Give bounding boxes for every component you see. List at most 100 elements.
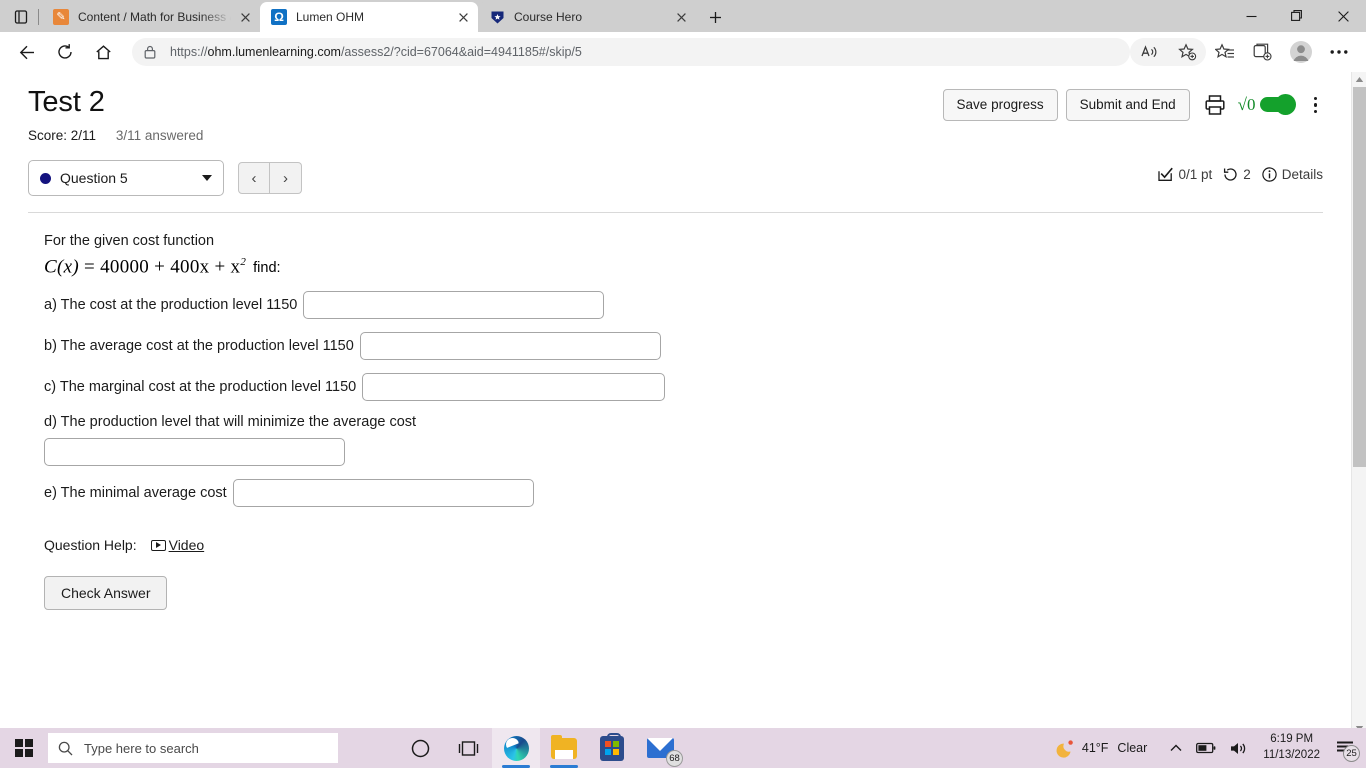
score-label: Score: 2/11 xyxy=(28,128,97,143)
toggle-switch[interactable] xyxy=(1259,94,1296,116)
moon-icon xyxy=(1056,739,1074,758)
part-b-label: b) The average cost at the production le… xyxy=(44,338,354,355)
profile-avatar[interactable] xyxy=(1286,37,1316,67)
part-e-label: e) The minimal average cost xyxy=(44,485,227,502)
close-icon[interactable] xyxy=(672,8,690,26)
browser-tab-course-hero[interactable]: Course Hero xyxy=(478,2,696,32)
tab-title: Lumen OHM xyxy=(296,10,365,24)
clock-time: 6:19 PM xyxy=(1270,733,1314,746)
details-link[interactable]: Details xyxy=(1262,167,1323,182)
browser-tab-lumen-ohm[interactable]: Ω Lumen OHM xyxy=(260,2,478,32)
browser-settings-icon[interactable] xyxy=(1324,37,1354,67)
question-meta: 0/1 pt 2 Details xyxy=(1158,167,1323,182)
weather-widget[interactable]: 41°F Clear xyxy=(1056,739,1148,758)
answer-input-b[interactable] xyxy=(359,332,661,361)
save-progress-button[interactable]: Save progress xyxy=(942,89,1058,121)
microsoft-store-icon[interactable] xyxy=(588,728,636,768)
check-answer-button[interactable]: Check Answer xyxy=(44,576,168,611)
question-body: For the given cost function C(x) = 40000… xyxy=(0,213,1351,611)
window-controls xyxy=(1228,0,1366,32)
part-d-label: d) The production level that will minimi… xyxy=(44,414,417,431)
attempts-indicator: 2 xyxy=(1223,167,1251,182)
folder-icon xyxy=(551,734,577,759)
next-question-button[interactable]: › xyxy=(270,162,302,194)
browser-tab-content-math[interactable]: ✎ Content / Math for Business & S xyxy=(42,2,260,32)
home-icon[interactable] xyxy=(88,37,118,67)
add-favorite-icon[interactable] xyxy=(1172,37,1202,67)
toggle-knob xyxy=(1274,94,1296,116)
weather-temperature: 41°F xyxy=(1081,741,1109,755)
answer-input-d[interactable] xyxy=(44,438,345,467)
info-icon xyxy=(1262,167,1277,182)
tab-search-icon[interactable] xyxy=(4,2,38,32)
question-help-row: Question Help: Video xyxy=(44,537,1323,553)
start-button[interactable] xyxy=(0,728,48,768)
cortana-icon[interactable] xyxy=(396,728,444,768)
file-explorer-icon[interactable] xyxy=(540,728,588,768)
taskbar-search-box[interactable]: Type here to search xyxy=(48,733,338,763)
pencil-icon: ✎ xyxy=(53,9,69,25)
math-display-toggle[interactable]: √0 xyxy=(1238,94,1296,116)
attempts-text: 2 xyxy=(1243,167,1251,182)
task-view-icon[interactable] xyxy=(444,728,492,768)
window-close-button[interactable] xyxy=(1320,0,1366,32)
question-help-label: Question Help: xyxy=(44,537,137,554)
taskbar-clock[interactable]: 6:19 PM 11/13/2022 xyxy=(1255,732,1328,763)
scroll-up-icon[interactable] xyxy=(1352,72,1366,87)
new-tab-button[interactable] xyxy=(700,3,730,31)
question-stepper: ‹ › xyxy=(238,162,302,194)
assessment-header: Test 2 Score: 2/11 3/11 answered Save pr… xyxy=(0,72,1351,143)
minimize-button[interactable] xyxy=(1228,0,1274,32)
search-icon xyxy=(58,741,73,756)
store-icon xyxy=(600,732,624,761)
video-link-label: Video xyxy=(168,537,205,554)
windows-taskbar: Type here to search 68 41°F Clear 6:19 P… xyxy=(0,728,1366,768)
volume-icon[interactable] xyxy=(1223,741,1255,756)
video-help-link[interactable]: Video xyxy=(150,537,205,554)
question-navigation: Question 5 ‹ › 0/1 pt 2 Details xyxy=(28,160,1323,213)
question-select[interactable]: Question 5 xyxy=(28,160,224,196)
notification-center-button[interactable]: 25 xyxy=(1328,728,1362,768)
close-icon[interactable] xyxy=(236,8,254,26)
tab-divider xyxy=(38,9,39,25)
checkbox-icon xyxy=(1158,167,1174,181)
favorites-icon[interactable] xyxy=(1210,37,1240,67)
assessment-page: Test 2 Score: 2/11 3/11 answered Save pr… xyxy=(0,72,1351,611)
details-label: Details xyxy=(1281,167,1323,182)
battery-icon[interactable] xyxy=(1189,742,1223,754)
more-options-icon[interactable] xyxy=(1308,95,1324,116)
answered-label: 3/11 answered xyxy=(115,128,204,143)
tab-strip: ✎ Content / Math for Business & S Ω Lume… xyxy=(0,0,1366,32)
previous-question-button[interactable]: ‹ xyxy=(238,162,270,194)
chevron-down-icon xyxy=(202,175,212,181)
close-icon[interactable] xyxy=(454,8,472,26)
question-status-dot xyxy=(40,172,51,184)
weather-condition: Clear xyxy=(1117,741,1148,755)
collections-icon[interactable] xyxy=(1248,37,1278,67)
read-aloud-icon[interactable] xyxy=(1134,37,1164,67)
mail-icon[interactable]: 68 xyxy=(636,728,684,768)
question-intro: For the given cost function xyxy=(44,233,215,249)
browser-window: ✎ Content / Math for Business & S Ω Lume… xyxy=(0,0,1366,768)
video-icon xyxy=(150,539,166,551)
page-scrollbar[interactable] xyxy=(1351,72,1366,736)
clock-date: 11/13/2022 xyxy=(1263,749,1320,761)
address-bar[interactable]: https://ohm.lumenlearning.com/assess2/?c… xyxy=(132,38,1130,66)
question-select-label: Question 5 xyxy=(60,170,128,186)
submit-and-end-button[interactable]: Submit and End xyxy=(1065,89,1190,121)
back-icon[interactable] xyxy=(12,37,42,67)
scrollbar-thumb[interactable] xyxy=(1353,87,1366,467)
edge-icon[interactable] xyxy=(492,728,540,768)
reload-icon[interactable] xyxy=(50,37,80,67)
store-grid xyxy=(605,741,619,755)
lock-icon xyxy=(144,45,160,59)
show-hidden-icons-chevron[interactable] xyxy=(1163,744,1189,753)
retry-icon xyxy=(1224,168,1237,181)
maximize-button[interactable] xyxy=(1274,0,1320,32)
answer-input-e[interactable] xyxy=(232,479,534,508)
score-row: Score: 2/11 3/11 answered xyxy=(28,128,1323,143)
print-icon[interactable] xyxy=(1204,94,1226,116)
answer-input-a[interactable] xyxy=(303,291,605,320)
answer-input-c[interactable] xyxy=(362,373,666,402)
shield-star-icon xyxy=(489,9,505,25)
